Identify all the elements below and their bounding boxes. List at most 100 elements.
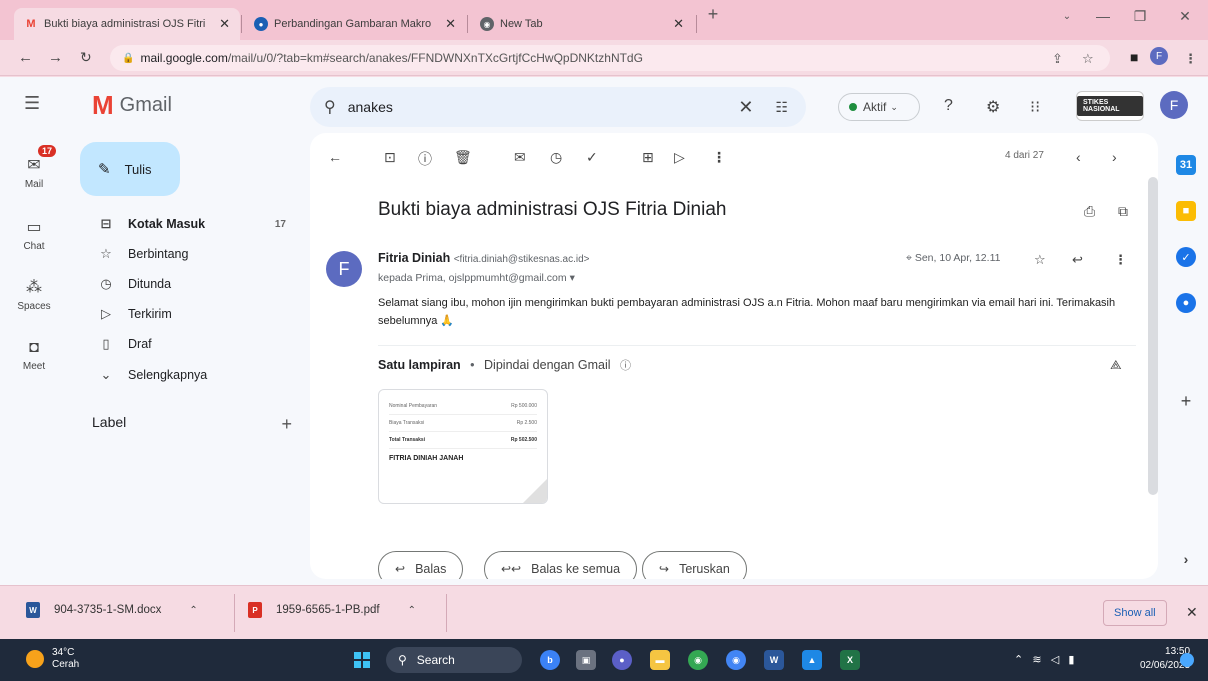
rail-spaces[interactable]: ⁂ Spaces: [0, 277, 68, 312]
forward-icon[interactable]: →: [48, 49, 63, 66]
rail-meet[interactable]: ◘ Meet: [0, 339, 68, 372]
snooze-icon[interactable]: ◷: [550, 149, 562, 166]
nav-snoozed[interactable]: ◷ Ditunda: [80, 270, 300, 298]
nav-starred[interactable]: ☆ Berbintang: [80, 240, 300, 268]
profile-avatar[interactable]: F: [1150, 47, 1168, 65]
open-in-new-window-icon[interactable]: ⧉: [1118, 203, 1128, 220]
gmail-app: ☰ ✉ Mail 17 ▭ Chat ⁂ Spaces ◘ Meet M Gma…: [0, 77, 1208, 585]
report-spam-icon[interactable]: ⓘ: [418, 149, 432, 169]
expand-panel-icon[interactable]: ›: [1176, 549, 1196, 569]
close-icon[interactable]: ✕: [673, 16, 684, 32]
restore-icon[interactable]: ❐: [1125, 8, 1155, 25]
print-icon[interactable]: ⎙: [1084, 203, 1095, 220]
teams-icon[interactable]: ●: [612, 650, 632, 670]
weather-widget[interactable]: 34°C Cerah: [26, 647, 79, 671]
keep-icon[interactable]: ■: [1176, 201, 1196, 221]
gmail-logo[interactable]: M Gmail: [92, 90, 172, 121]
photos-icon[interactable]: ▲: [802, 650, 822, 670]
rail-mail[interactable]: ✉ Mail: [0, 155, 68, 190]
compose-button[interactable]: ✎ Tulis: [80, 142, 180, 196]
add-task-icon[interactable]: ✓: [586, 149, 598, 166]
chrome-profile-icon[interactable]: ◉: [726, 650, 746, 670]
task-view-icon[interactable]: ▣: [576, 650, 596, 670]
reload-icon[interactable]: ↻: [80, 49, 92, 66]
recipients-line[interactable]: kepada Prima, ojslppmumht@gmail.com ▾: [378, 272, 575, 284]
close-icon[interactable]: ✕: [1186, 604, 1198, 621]
calendar-icon[interactable]: 31: [1176, 155, 1196, 175]
address-bar[interactable]: 🔒 mail.google.com /mail/u/0/?tab=km#sear…: [110, 45, 1110, 71]
word-icon[interactable]: W: [764, 650, 784, 670]
bookmark-star-icon[interactable]: ☆: [1082, 51, 1094, 67]
nav-drafts[interactable]: ▯ Draf: [80, 330, 300, 358]
taskbar-search[interactable]: ⚲ Search: [386, 647, 522, 673]
star-icon[interactable]: ☆: [1034, 252, 1046, 268]
info-icon[interactable]: ⓘ: [620, 360, 631, 372]
search-input[interactable]: anakes: [348, 99, 739, 115]
tab-new-tab[interactable]: ◉ New Tab ✕: [470, 8, 694, 40]
delete-icon[interactable]: 🗑: [454, 149, 472, 166]
back-icon[interactable]: ←: [18, 49, 33, 66]
minimize-icon[interactable]: —: [1088, 8, 1118, 24]
apps-grid-icon[interactable]: ⁝⁝: [1030, 97, 1040, 117]
back-arrow-icon[interactable]: ←: [328, 149, 342, 165]
copilot-icon[interactable]: b: [540, 650, 560, 670]
help-icon[interactable]: ?: [944, 97, 953, 115]
chevron-up-icon[interactable]: ⌃: [189, 605, 197, 616]
tasks-icon[interactable]: ✓: [1176, 247, 1196, 267]
share-icon[interactable]: ⇪: [1052, 51, 1063, 67]
tab-gmail[interactable]: M Bukti biaya administrasi OJS Fitri ✕: [14, 8, 240, 40]
nav-label: Kotak Masuk: [128, 217, 206, 231]
message-scrollbar[interactable]: [1148, 177, 1158, 495]
contacts-icon[interactable]: ●: [1176, 293, 1196, 313]
gear-icon[interactable]: ⚙: [986, 97, 1000, 117]
reply-icon[interactable]: ↩: [1072, 252, 1083, 268]
reply-button[interactable]: ↩ Balas: [378, 551, 464, 579]
more-options-icon[interactable]: ⋮: [712, 149, 726, 166]
start-icon[interactable]: [354, 652, 370, 668]
nav-more[interactable]: ⌄ Selengkapnya: [80, 361, 300, 389]
tab-journal[interactable]: ● Perbandingan Gambaran Makro ✕: [244, 8, 466, 40]
new-tab-button[interactable]: +: [698, 4, 728, 25]
close-icon[interactable]: ✕: [445, 16, 456, 32]
sidebar-toggle-icon[interactable]: ■: [1130, 49, 1138, 65]
window-close-icon[interactable]: ✕: [1170, 8, 1200, 25]
chrome-taskbar-icon[interactable]: ◉: [688, 650, 708, 670]
message-more-icon[interactable]: ⋮: [1114, 252, 1127, 268]
download-item[interactable]: P 1959-6565-1-PB.pdf ⌃: [248, 602, 416, 618]
thumb-value: Rp 502.500: [510, 437, 537, 443]
older-icon[interactable]: ›: [1112, 149, 1117, 165]
close-icon[interactable]: ✕: [219, 16, 230, 32]
search-options-icon[interactable]: ☷: [775, 99, 788, 116]
organization-logo[interactable]: STIKES NASIONAL: [1076, 91, 1144, 121]
mark-unread-icon[interactable]: ✉: [514, 149, 526, 166]
add-addon-icon[interactable]: +: [1176, 391, 1196, 411]
sender-name[interactable]: Fitria Diniah: [378, 251, 450, 265]
nav-inbox[interactable]: ⊟ Kotak Masuk 17: [80, 210, 300, 238]
browser-menu-icon[interactable]: ⋮: [1184, 51, 1197, 67]
add-label-icon[interactable]: +: [281, 414, 292, 435]
system-tray[interactable]: ⌃ ≋ ◁ ▮: [1014, 653, 1074, 666]
move-to-icon[interactable]: ⊞: [642, 149, 654, 166]
reply-all-button[interactable]: ↩↩ Balas ke semua: [484, 551, 638, 579]
show-all-button[interactable]: Show all: [1103, 600, 1167, 626]
chevron-up-icon[interactable]: ⌃: [408, 605, 416, 616]
clock-icon: ◷: [100, 276, 112, 291]
add-to-drive-icon[interactable]: ⟁: [1110, 357, 1122, 373]
forward-button[interactable]: ↪ Teruskan: [642, 551, 747, 579]
search-icon[interactable]: ⚲: [324, 97, 336, 117]
excel-icon[interactable]: X: [840, 650, 860, 670]
status-dropdown[interactable]: Aktif ⌄: [838, 93, 920, 121]
file-explorer-icon[interactable]: ▬: [650, 650, 670, 670]
label-icon[interactable]: ▷: [674, 149, 685, 166]
nav-sent[interactable]: ▷ Terkirim: [80, 300, 300, 328]
notification-icon[interactable]: [1180, 653, 1194, 667]
archive-icon[interactable]: ⊡: [384, 149, 396, 166]
attachment-thumbnail[interactable]: Nominal Pembayaran Rp 500.000 Biaya Tran…: [378, 389, 548, 504]
main-menu-icon[interactable]: ☰: [24, 93, 40, 114]
rail-chat[interactable]: ▭ Chat: [0, 217, 68, 252]
tab-search-icon[interactable]: ⌄: [1052, 11, 1082, 22]
newer-icon[interactable]: ‹: [1076, 149, 1081, 165]
download-item[interactable]: W 904-3735-1-SM.docx ⌃: [26, 602, 198, 618]
thumb-label: Nominal Pembayaran: [389, 403, 438, 409]
clear-search-icon[interactable]: ✕: [738, 97, 753, 118]
